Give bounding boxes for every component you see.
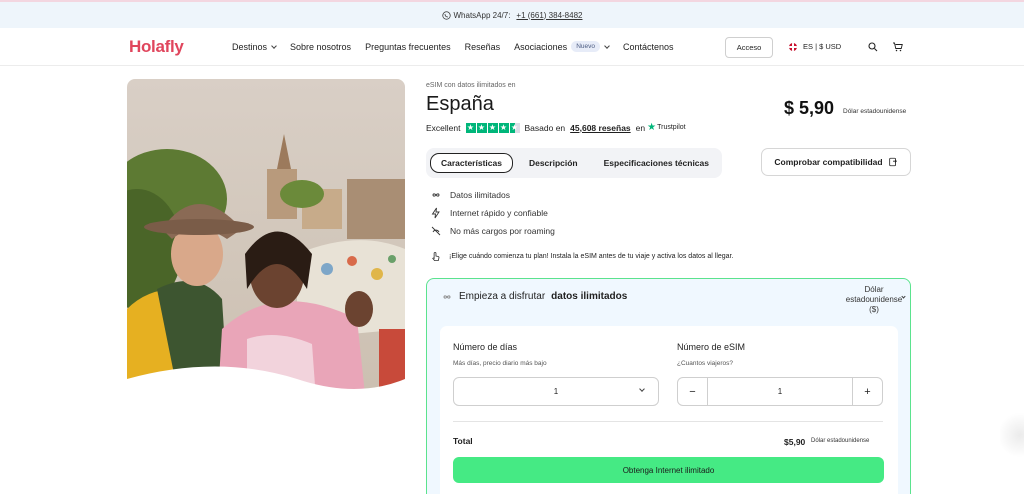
chevron-down-icon: [639, 386, 645, 392]
star-half-icon: ★: [509, 122, 520, 133]
get-unlimited-internet-button[interactable]: Obtenga Internet ilimitado: [453, 457, 884, 483]
days-sublabel: Más días, precio diario más bajo: [453, 360, 547, 367]
currency-select-label: Dólar estadounidense ($): [845, 285, 903, 314]
tab-especificaciones[interactable]: Especificaciones técnicas: [594, 158, 719, 168]
breadcrumb: eSIM con datos ilimitados en: [426, 82, 516, 89]
esim-sublabel: ¿Cuantos viajeros?: [677, 360, 733, 367]
whatsapp-icon: [441, 10, 451, 20]
rating-label: Excellent: [426, 122, 461, 133]
tab-descripcion[interactable]: Descripción: [519, 158, 588, 168]
currency-select[interactable]: Dólar estadounidense ($): [845, 285, 906, 317]
days-select[interactable]: 1: [453, 377, 659, 406]
star-icon: ★: [465, 122, 476, 133]
compat-label: Comprobar compatibilidad: [774, 157, 883, 167]
nav-item-destinos[interactable]: Destinos: [232, 41, 277, 52]
on-text: en: [635, 122, 646, 133]
total-price: $5,90: [784, 437, 806, 447]
esim-quantity-stepper: − 1 +: [677, 377, 883, 406]
phone-link[interactable]: +1 (661) 384-8482: [516, 11, 582, 20]
nav-menu: Destinos Sobre nosotros Preguntas frecue…: [232, 41, 688, 52]
uk-flag-icon: [789, 42, 797, 51]
purchase-card: Empieza a disfrutar datos ilimitados Dól…: [426, 278, 911, 494]
search-icon[interactable]: [867, 41, 879, 53]
price: $ 5,90: [784, 98, 835, 118]
new-badge: Nuevo: [571, 41, 600, 52]
nav-item-faq[interactable]: Preguntas frecuentes: [365, 41, 451, 52]
card-heading: Empieza a disfrutar datos ilimitados: [441, 291, 627, 302]
list-item: No más cargos por roaming: [430, 222, 555, 240]
infinity-icon: [432, 193, 440, 197]
language-label: ES | $ USD: [803, 42, 842, 51]
announcement-bar: WhatsApp 24/7: +1 (661) 384-8482: [0, 0, 1024, 28]
trustpilot-star-icon: ★: [647, 122, 657, 133]
note-text: ¡Elige cuándo comienza tu plan! Instala …: [449, 253, 734, 260]
increment-button[interactable]: +: [852, 378, 882, 405]
chevron-down-icon: [604, 42, 610, 49]
infinity-icon: [443, 294, 451, 299]
nav-item-label: Contáctenos: [622, 41, 674, 52]
star-icon: ★: [487, 122, 498, 133]
total-currency: Dólar estadounidense: [811, 438, 870, 444]
esim-quantity-value[interactable]: 1: [708, 387, 852, 396]
tab-caracteristicas[interactable]: Características: [430, 153, 513, 173]
based-on-text: Basado en: [524, 122, 566, 133]
rating-row: Excellent ★ ★ ★ ★ ★ Basado en 45,608 res…: [426, 122, 686, 133]
no-roaming-icon: [431, 226, 441, 236]
nav-item-label: Asociaciones: [514, 41, 568, 52]
feature-label: No más cargos por roaming: [450, 226, 555, 236]
days-value: 1: [553, 387, 559, 396]
nav-item-sobre-nosotros[interactable]: Sobre nosotros: [290, 41, 351, 52]
external-link-icon: [888, 157, 897, 167]
trustpilot-logo: ★ Trustpilot: [647, 122, 686, 133]
lightning-icon: [431, 207, 440, 219]
star-icon: ★: [476, 122, 487, 133]
cart-icon[interactable]: [892, 41, 904, 53]
chat-widget-shadow: [1000, 410, 1024, 460]
feature-label: Internet rápido y confiable: [450, 208, 548, 218]
product-tabs: Características Descripción Especificaci…: [426, 148, 722, 178]
check-compatibility-button[interactable]: Comprobar compatibilidad: [761, 148, 911, 176]
card-heading-bold: datos ilimitados: [551, 291, 628, 302]
price-currency: Dólar estadounidense: [843, 108, 907, 115]
main-nav: Holafly Destinos Sobre nosotros Pregunta…: [0, 28, 1024, 66]
nav-item-label: Destinos: [232, 41, 268, 52]
language-currency-selector[interactable]: ES | $ USD: [789, 42, 841, 51]
nav-item-contactenos[interactable]: Contáctenos: [623, 41, 674, 52]
plan-options-panel: Número de días Más días, precio diario m…: [440, 326, 898, 494]
feature-list: Datos ilimitados Internet rápido y confi…: [430, 186, 555, 240]
access-button[interactable]: Acceso: [725, 37, 773, 58]
plan-start-note: ¡Elige cuándo comienza tu plan! Instala …: [430, 251, 733, 262]
card-heading-prefix: Empieza a disfrutar: [459, 291, 546, 302]
days-label: Número de días: [453, 342, 518, 352]
reviews-link[interactable]: 45,608 reseñas: [570, 123, 631, 133]
list-item: Datos ilimitados: [430, 186, 555, 204]
chevron-down-icon: [901, 294, 906, 299]
feature-label: Datos ilimitados: [450, 190, 510, 200]
nav-item-asociaciones[interactable]: Asociaciones Nuevo: [514, 41, 610, 52]
total-label: Total: [453, 436, 473, 446]
whatsapp-contact[interactable]: WhatsApp 24/7: +1 (661) 384-8482: [441, 10, 582, 20]
star-icon: ★: [498, 122, 509, 133]
nav-item-resenas[interactable]: Reseñas: [465, 41, 501, 52]
esim-label: Número de eSIM: [677, 342, 746, 352]
rating-stars: ★ ★ ★ ★ ★: [465, 122, 520, 133]
nav-item-label: Reseñas: [464, 41, 501, 52]
chevron-down-icon: [271, 42, 277, 49]
decrement-button[interactable]: −: [678, 378, 708, 405]
page-title: España: [426, 93, 494, 115]
nav-item-label: Sobre nosotros: [290, 41, 352, 52]
hero-image: [127, 79, 405, 413]
list-item: Internet rápido y confiable: [430, 204, 555, 222]
divider: [453, 421, 883, 422]
hand-tap-icon: [432, 251, 440, 262]
nav-item-label: Preguntas frecuentes: [365, 41, 451, 52]
holafly-logo[interactable]: Holafly: [129, 37, 184, 57]
whatsapp-label: WhatsApp 24/7:: [453, 10, 511, 20]
trustpilot-label: Trustpilot: [657, 124, 686, 131]
